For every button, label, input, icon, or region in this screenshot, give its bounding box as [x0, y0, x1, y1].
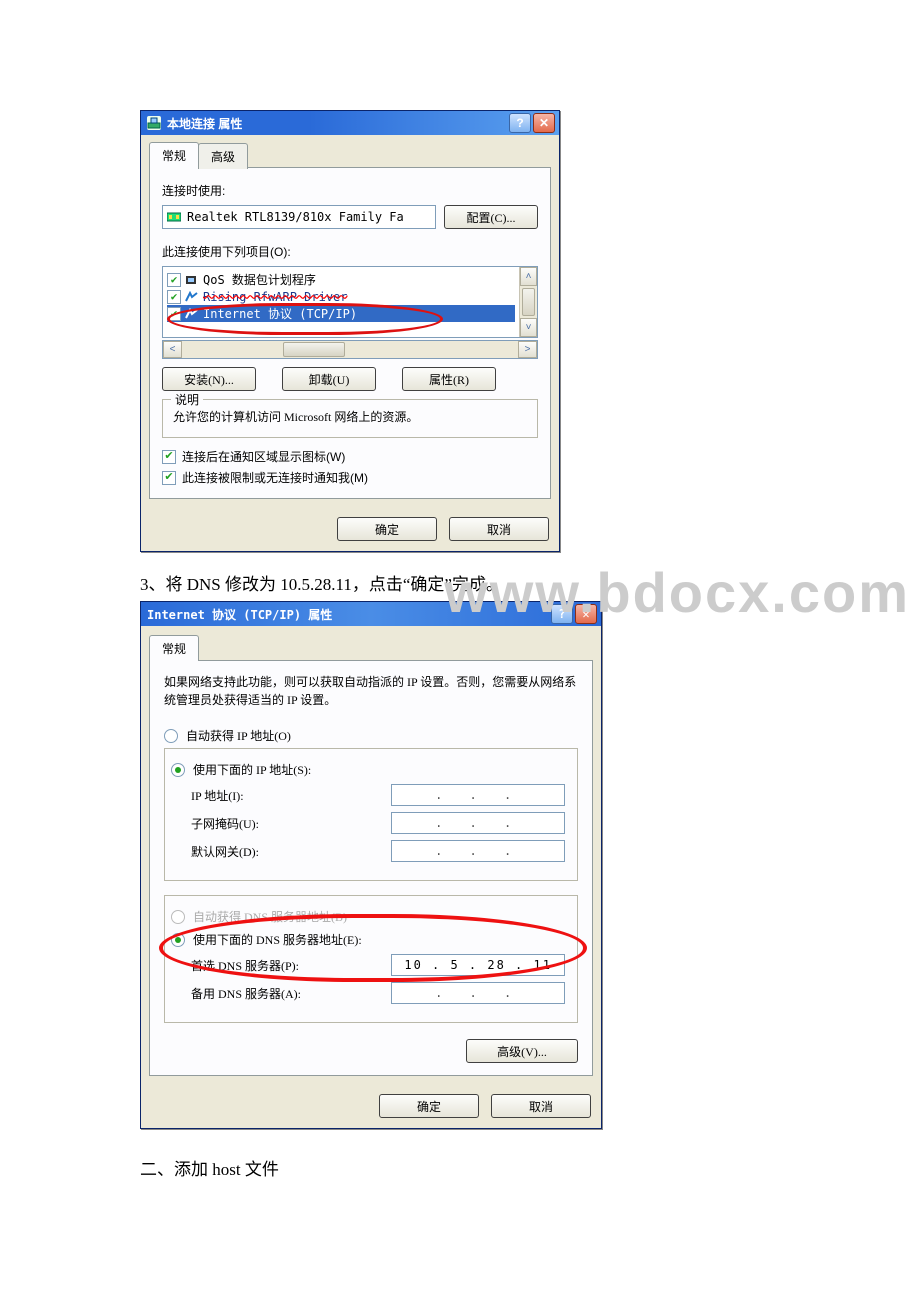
horizontal-scrollbar[interactable]: < >: [162, 340, 538, 359]
items-listbox[interactable]: ✔ QoS 数据包计划程序 ✔ Rising RfwARP Driver ✔ I…: [162, 266, 538, 338]
show-icon-label: 连接后在通知区域显示图标(W): [182, 448, 345, 465]
close-button[interactable]: ✕: [533, 113, 555, 133]
dialog2-title: Internet 协议 (TCP/IP) 属性: [147, 606, 332, 623]
tcpip-properties-dialog: Internet 协议 (TCP/IP) 属性 ? ✕ 常规 如果网络支持此功能…: [140, 601, 602, 1129]
service-icon: [185, 274, 199, 286]
dns-group: 自动获得 DNS 服务器地址(B) 使用下面的 DNS 服务器地址(E): 首选…: [164, 895, 578, 1023]
checkbox-icon[interactable]: ✔: [167, 273, 181, 287]
scroll-left-button[interactable]: <: [163, 341, 182, 358]
help-button[interactable]: ?: [509, 113, 531, 133]
gateway-field[interactable]: . . .: [391, 840, 565, 862]
subnet-label: 子网掩码(U):: [191, 815, 391, 832]
ip-address-label: IP 地址(I):: [191, 787, 391, 804]
pref-dns-field[interactable]: 10 . 5 . 28 . 11: [391, 954, 565, 976]
list-item-label: QoS 数据包计划程序: [203, 271, 316, 288]
radio-icon: [171, 910, 185, 924]
radio-use-ip-label: 使用下面的 IP 地址(S):: [193, 761, 311, 778]
list-item-tcpip[interactable]: ✔ Internet 协议 (TCP/IP): [167, 305, 515, 322]
gateway-label: 默认网关(D):: [191, 843, 391, 860]
description-legend: 说明: [171, 391, 203, 408]
radio-auto-ip[interactable]: 自动获得 IP 地址(O): [164, 727, 578, 744]
radio-auto-dns: 自动获得 DNS 服务器地址(B): [171, 908, 565, 925]
local-connection-properties-dialog: 本地连接 属性 ? ✕ 常规 高级 连接时使用: Realtek RTL8139…: [140, 110, 560, 552]
uninstall-button[interactable]: 卸载(U): [282, 367, 376, 391]
dialog2-button-row: 确定 取消: [141, 1084, 601, 1128]
list-item-rising[interactable]: ✔ Rising RfwARP Driver: [167, 288, 515, 305]
pref-dns-value: 10 . 5 . 28 . 11: [404, 958, 552, 972]
protocol-icon: [185, 291, 199, 303]
notify-checkline[interactable]: ✔ 此连接被限制或无连接时通知我(M): [162, 469, 538, 486]
nic-icon: [167, 211, 181, 223]
checkbox-icon[interactable]: ✔: [162, 471, 176, 485]
dialog1-panel: 连接时使用: Realtek RTL8139/810x Family Fa 配置…: [149, 168, 551, 499]
scroll-right-button[interactable]: >: [518, 341, 537, 358]
install-button[interactable]: 安装(N)...: [162, 367, 256, 391]
scroll-up-button[interactable]: ˄: [520, 267, 537, 286]
ip-address-field[interactable]: . . .: [391, 784, 565, 806]
protocol-icon: [185, 308, 199, 320]
ok-button[interactable]: 确定: [379, 1094, 479, 1118]
tab-general[interactable]: 常规: [149, 635, 199, 661]
step3-instruction: 3、将 DNS 修改为 10.5.28.11，点击“确定”完成。: [140, 570, 780, 595]
dialog1-title: 本地连接 属性: [167, 115, 242, 132]
description-group: 说明 允许您的计算机访问 Microsoft 网络上的资源。: [162, 399, 538, 438]
scroll-thumb[interactable]: [283, 342, 345, 357]
ip-group: 使用下面的 IP 地址(S): IP 地址(I): . . . 子网掩码(U):…: [164, 748, 578, 881]
dialog2-titlebar[interactable]: Internet 协议 (TCP/IP) 属性 ? ✕: [141, 602, 601, 626]
list-item-qos[interactable]: ✔ QoS 数据包计划程序: [167, 271, 515, 288]
properties-button[interactable]: 属性(R): [402, 367, 496, 391]
advanced-button[interactable]: 高级(V)...: [466, 1039, 578, 1063]
subnet-field[interactable]: . . .: [391, 812, 565, 834]
checkbox-icon[interactable]: ✔: [162, 450, 176, 464]
radio-icon[interactable]: [171, 933, 185, 947]
radio-icon[interactable]: [164, 729, 178, 743]
alt-dns-field[interactable]: . . .: [391, 982, 565, 1004]
alt-dns-label: 备用 DNS 服务器(A):: [191, 985, 391, 1002]
dialog1-titlebar[interactable]: 本地连接 属性 ? ✕: [141, 111, 559, 135]
description-text: 允许您的计算机访问 Microsoft 网络上的资源。: [173, 408, 527, 425]
show-icon-checkline[interactable]: ✔ 连接后在通知区域显示图标(W): [162, 448, 538, 465]
dialog2-panel: 如果网络支持此功能，则可以获取自动指派的 IP 设置。否则，您需要从网络系统管理…: [149, 661, 593, 1076]
dialog1-tabs: 常规 高级: [149, 141, 551, 168]
notify-label: 此连接被限制或无连接时通知我(M): [182, 469, 368, 486]
radio-use-dns-label: 使用下面的 DNS 服务器地址(E):: [193, 931, 362, 948]
tab-general[interactable]: 常规: [149, 142, 199, 168]
pref-dns-label: 首选 DNS 服务器(P):: [191, 957, 391, 974]
help-button[interactable]: ?: [551, 604, 573, 624]
checkbox-icon[interactable]: ✔: [167, 307, 181, 321]
radio-auto-ip-label: 自动获得 IP 地址(O): [186, 727, 291, 744]
vertical-scrollbar[interactable]: ˄ ˅: [519, 267, 537, 337]
list-item-label: Rising RfwARP Driver: [203, 290, 348, 304]
items-label: 此连接使用下列项目(O):: [162, 243, 538, 260]
close-button[interactable]: ✕: [575, 604, 597, 624]
ok-button[interactable]: 确定: [337, 517, 437, 541]
scroll-thumb[interactable]: [522, 288, 535, 316]
cancel-button[interactable]: 取消: [491, 1094, 591, 1118]
device-name: Realtek RTL8139/810x Family Fa: [187, 210, 404, 224]
section2-title: 二、添加 host 文件: [140, 1155, 780, 1180]
tab-advanced[interactable]: 高级: [198, 143, 248, 169]
radio-icon[interactable]: [171, 763, 185, 777]
checkbox-icon[interactable]: ✔: [167, 290, 181, 304]
radio-use-ip[interactable]: 使用下面的 IP 地址(S):: [171, 761, 565, 778]
connect-using-label: 连接时使用:: [162, 182, 538, 199]
configure-button[interactable]: 配置(C)...: [444, 205, 538, 229]
device-name-field: Realtek RTL8139/810x Family Fa: [162, 205, 436, 229]
info-text: 如果网络支持此功能，则可以获取自动指派的 IP 设置。否则，您需要从网络系统管理…: [164, 673, 578, 709]
cancel-button[interactable]: 取消: [449, 517, 549, 541]
list-item-label: Internet 协议 (TCP/IP): [203, 305, 357, 322]
radio-use-dns[interactable]: 使用下面的 DNS 服务器地址(E):: [171, 931, 565, 948]
dialog1-button-row: 确定 取消: [141, 507, 559, 551]
connection-icon: [147, 116, 161, 130]
radio-auto-dns-label: 自动获得 DNS 服务器地址(B): [193, 908, 347, 925]
scroll-down-button[interactable]: ˅: [520, 318, 537, 337]
